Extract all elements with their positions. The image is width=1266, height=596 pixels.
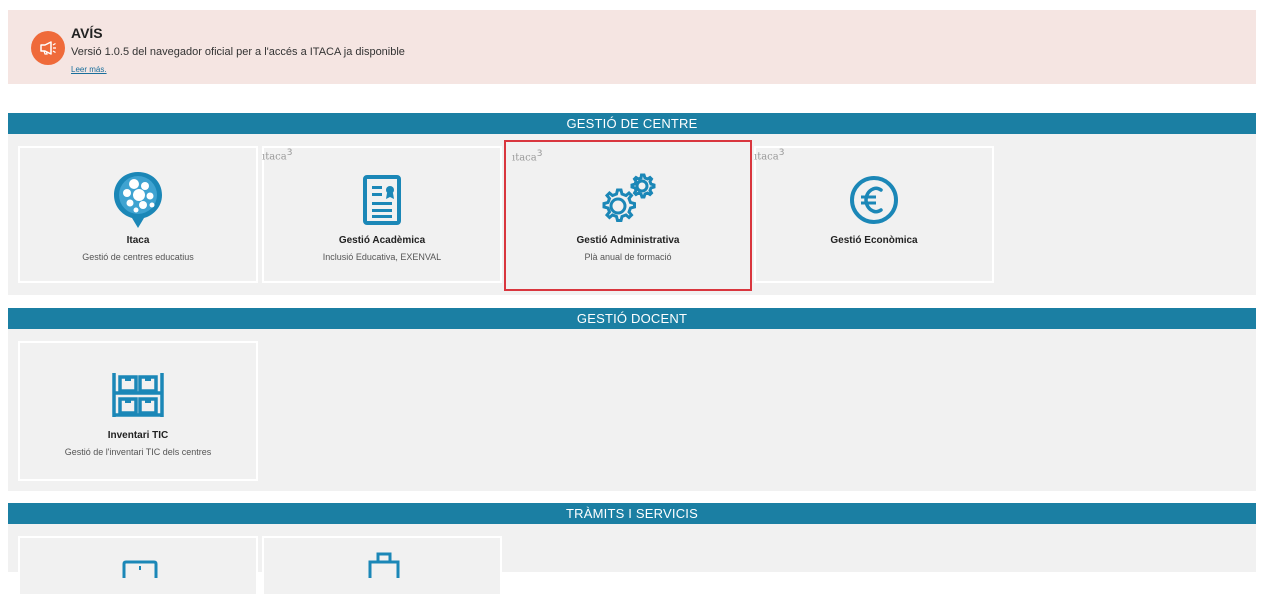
notice-banner: AVÍS Versió 1.0.5 del navegador oficial … bbox=[8, 10, 1256, 84]
section-body-tramits bbox=[8, 524, 1256, 596]
read-more-link[interactable]: Leer más. bbox=[71, 65, 107, 74]
shelves-icon bbox=[20, 365, 256, 425]
tile-itaca[interactable]: Itaca Gestió de centres educatius bbox=[18, 146, 258, 283]
notice-text: Versió 1.0.5 del navegador oficial per a… bbox=[71, 46, 405, 58]
monitor-icon bbox=[122, 560, 158, 578]
tile-tramits-2[interactable] bbox=[262, 536, 502, 596]
document-certificate-icon bbox=[264, 170, 500, 230]
section-body-gestio-centre: Itaca Gestió de centres educatius ıtaca3… bbox=[8, 134, 1256, 295]
tile-gestio-academica[interactable]: ıtaca3 Gestió Acadèmica Inclusió Educati… bbox=[262, 146, 502, 283]
tile-inventari-tic[interactable]: Inventari TIC Gestió de l'inventari TIC … bbox=[18, 341, 258, 481]
itaca-bubbles-icon bbox=[20, 170, 256, 230]
euro-icon bbox=[756, 170, 992, 230]
megaphone-icon bbox=[31, 31, 65, 65]
section-header-tramits: TRÀMITS I SERVICIS bbox=[8, 503, 1256, 524]
tile-title: Gestió Econòmica bbox=[830, 235, 918, 246]
itaca3-brand: ıtaca3 bbox=[512, 149, 543, 164]
tile-subtitle: Inclusió Educativa, EXENVAL bbox=[322, 252, 442, 262]
section-header-gestio-docent: GESTIÓ DOCENT bbox=[8, 308, 1256, 329]
tile-gestio-administrativa[interactable]: ıtaca3 Gestió Administrativa Plà anual d… bbox=[504, 140, 752, 291]
tile-tramits-1[interactable] bbox=[18, 536, 258, 596]
notice-title: AVÍS bbox=[71, 25, 103, 41]
section-header-gestio-centre: GESTIÓ DE CENTRE bbox=[8, 113, 1256, 134]
tile-title: Gestió Administrativa bbox=[576, 235, 680, 246]
tile-subtitle: Gestió de l'inventari TIC dels centres bbox=[64, 447, 212, 457]
tile-title: Gestió Acadèmica bbox=[338, 235, 426, 246]
briefcase-icon bbox=[368, 552, 400, 578]
tile-subtitle: Gestió de centres educatius bbox=[82, 252, 194, 262]
itaca3-brand: ıtaca3 bbox=[754, 148, 785, 163]
tile-gestio-economica[interactable]: ıtaca3 Gestió Econòmica bbox=[754, 146, 994, 283]
tile-title: Inventari TIC bbox=[107, 430, 169, 441]
tile-subtitle: Plà anual de formació bbox=[584, 252, 672, 262]
tile-title: Itaca bbox=[126, 235, 150, 246]
section-body-gestio-docent: Inventari TIC Gestió de l'inventari TIC … bbox=[8, 329, 1256, 491]
itaca3-brand: ıtaca3 bbox=[262, 148, 293, 163]
gears-icon bbox=[506, 168, 750, 228]
